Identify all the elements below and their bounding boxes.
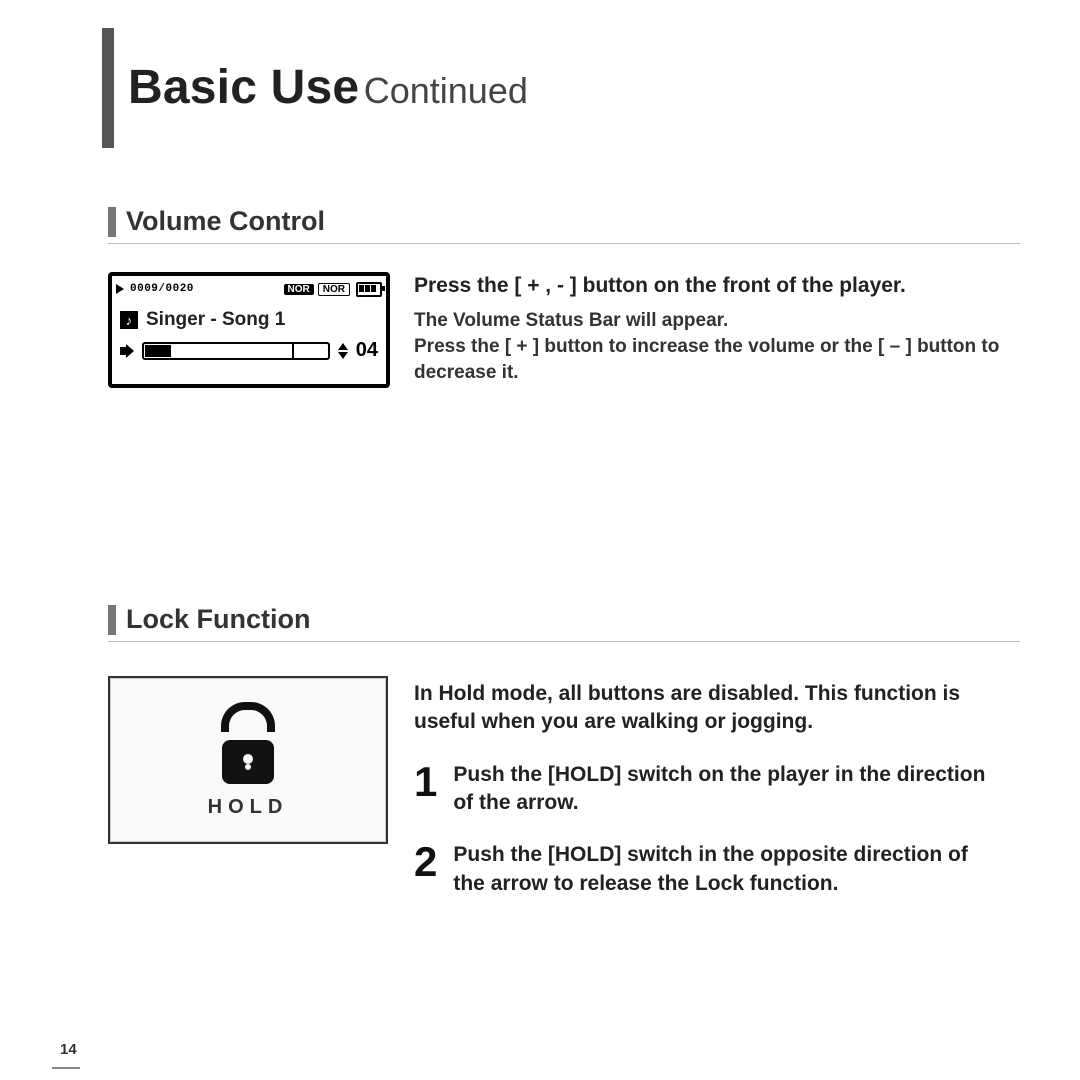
- eq-badge: NOR: [284, 284, 314, 295]
- play-icon: [116, 284, 124, 294]
- manual-page: Basic Use Continued Volume Control 0009/…: [0, 0, 1080, 1080]
- lock-icon: [222, 740, 274, 784]
- page-number: 14: [60, 1041, 77, 1058]
- display-volume-row: 04: [112, 335, 386, 368]
- volume-body1: The Volume Status Bar will appear.: [414, 308, 1004, 334]
- section-lock: Lock Function: [108, 604, 1020, 642]
- step-text: Push the [HOLD] switch in the opposite d…: [453, 841, 1004, 898]
- title-accent-bar: [102, 28, 114, 148]
- step-number: 1: [414, 761, 437, 803]
- section-rule: [108, 641, 1020, 642]
- music-note-icon: ♪: [120, 311, 138, 329]
- up-down-icon: [338, 343, 348, 359]
- hold-label: HOLD: [208, 796, 289, 819]
- title-main: Basic Use: [128, 61, 359, 114]
- lock-lead: In Hold mode, all buttons are disabled. …: [414, 680, 1004, 737]
- section-volume: Volume Control: [108, 206, 1020, 244]
- display-status-row: 0009/0020 NOR NOR: [112, 276, 386, 303]
- speaker-icon: [120, 344, 136, 358]
- hold-display: HOLD: [108, 676, 388, 844]
- mode-badge: NOR: [318, 283, 350, 296]
- section-accent-bar: [108, 207, 116, 237]
- section-heading: Volume Control: [126, 206, 325, 237]
- volume-body2: Press the [ + ] button to increase the v…: [414, 334, 1004, 385]
- section-rule: [108, 243, 1020, 244]
- volume-bar: [142, 342, 330, 360]
- step-1: 1 Push the [HOLD] switch on the player i…: [414, 761, 1004, 818]
- display-track-row: ♪ Singer - Song 1: [112, 303, 386, 335]
- step-text: Push the [HOLD] switch on the player in …: [453, 761, 1004, 818]
- lock-shackle: [221, 702, 275, 732]
- track-counter: 0009/0020: [130, 283, 194, 295]
- lock-instructions: In Hold mode, all buttons are disabled. …: [414, 680, 1004, 898]
- volume-value: 04: [356, 339, 378, 362]
- battery-icon: [356, 282, 382, 297]
- volume-instructions: Press the [ + , - ] button on the front …: [414, 272, 1004, 385]
- step-2: 2 Push the [HOLD] switch in the opposite…: [414, 841, 1004, 898]
- section-heading: Lock Function: [126, 604, 311, 635]
- step-number: 2: [414, 841, 437, 883]
- player-display: 0009/0020 NOR NOR ♪ Singer - Song 1 04: [108, 272, 390, 388]
- title-continued: Continued: [364, 70, 528, 111]
- page-title: Basic Use Continued: [128, 60, 528, 115]
- volume-lead: Press the [ + , - ] button on the front …: [414, 272, 1004, 300]
- track-title: Singer - Song 1: [146, 309, 285, 331]
- section-accent-bar: [108, 605, 116, 635]
